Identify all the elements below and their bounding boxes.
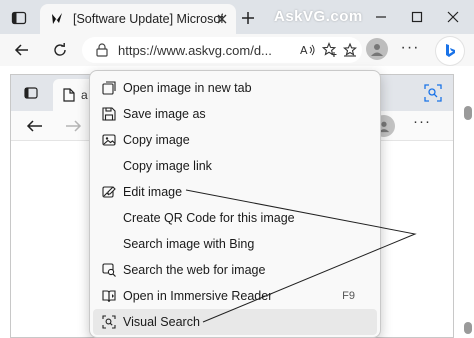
document-icon [63, 88, 75, 102]
read-aloud-icon[interactable]: A [300, 42, 316, 58]
new-tab-button[interactable] [238, 8, 258, 28]
menu-item-save-image-as[interactable]: Save image as [93, 101, 377, 127]
menu-item-search-web-for-image[interactable]: Search the web for image [93, 257, 377, 283]
maximize-icon [411, 11, 423, 23]
bing-button[interactable] [436, 37, 464, 65]
browser-toolbar: https://www.askvg.com/d... A ··· [0, 34, 474, 66]
menu-item-copy-image[interactable]: Copy image [93, 127, 377, 153]
menu-item-copy-image-link[interactable]: Copy image link [93, 153, 377, 179]
address-bar[interactable]: https://www.askvg.com/d... A [82, 37, 362, 63]
arrow-left-icon [14, 44, 28, 56]
menu-item-label: Visual Search [123, 315, 200, 329]
address-url: https://www.askvg.com/d... [118, 42, 272, 58]
context-menu: Open image in new tab Save image as Copy… [89, 70, 381, 338]
menu-item-label: Search image with Bing [123, 237, 255, 251]
plus-icon [242, 12, 254, 24]
menu-item-label: Copy image [123, 133, 190, 147]
refresh-icon [54, 43, 66, 56]
open-new-tab-icon [101, 80, 117, 96]
visual-search-icon [101, 314, 117, 330]
save-icon [101, 106, 117, 122]
browser-tab-strip: [Software Update] Microsoft Edg AskVG.co… [0, 0, 474, 34]
visual-search-icon [423, 83, 443, 103]
profile-avatar[interactable] [366, 38, 388, 60]
askvg-favicon-icon [50, 11, 66, 27]
menu-item-label: Edit image [123, 185, 183, 199]
tab-actions-icon [11, 11, 27, 25]
arrow-left-icon [25, 116, 45, 136]
menu-item-label: Open in Immersive Reader [123, 289, 273, 303]
menu-item-label: Copy image link [123, 159, 212, 173]
close-icon [217, 14, 227, 24]
settings-and-more-button[interactable]: ··· [400, 39, 420, 58]
watermark: AskVG.com [274, 8, 363, 25]
menu-item-open-immersive-reader[interactable]: Open in Immersive Reader F9 [93, 283, 377, 309]
menu-item-open-image-new-tab[interactable]: Open image in new tab [93, 75, 377, 101]
favorite-star-icon[interactable] [322, 42, 338, 58]
favorites-collection-icon[interactable] [342, 42, 358, 58]
minimize-button[interactable] [373, 9, 389, 25]
edit-image-icon [101, 184, 117, 200]
bing-icon [446, 44, 455, 57]
menu-item-search-image-with-bing[interactable]: Search image with Bing [93, 231, 377, 257]
menu-item-visual-search[interactable]: Visual Search [93, 309, 377, 335]
lock-icon[interactable] [94, 42, 110, 58]
scrollbar-arrow-down[interactable] [464, 322, 472, 334]
minimize-icon [376, 16, 386, 18]
menu-item-label: Search the web for image [123, 263, 266, 277]
menu-item-shortcut: F9 [342, 290, 355, 302]
inner-tab-label: a [81, 88, 88, 102]
user-icon [371, 44, 383, 56]
tab-title: [Software Update] Microsoft Edg [73, 12, 223, 26]
window-close-button[interactable] [445, 9, 461, 25]
tab-actions-icon [23, 85, 39, 101]
maximize-button[interactable] [409, 9, 425, 25]
back-button[interactable] [10, 38, 34, 62]
close-icon [447, 11, 459, 23]
browser-tab[interactable]: [Software Update] Microsoft Edg [40, 4, 236, 34]
scrollbar-thumb[interactable] [464, 106, 472, 120]
immersive-reader-icon [101, 288, 117, 304]
image-copy-icon [101, 132, 117, 148]
tab-close-button[interactable] [214, 11, 230, 27]
search-web-image-icon [101, 262, 117, 278]
ellipsis-icon: ··· [413, 113, 431, 130]
arrow-right-icon [63, 116, 83, 136]
tab-actions-menu-button[interactable] [6, 6, 32, 30]
menu-item-edit-image[interactable]: Edit image [93, 179, 377, 205]
refresh-button[interactable] [48, 38, 72, 62]
menu-item-label: Create QR Code for this image [123, 211, 295, 225]
svg-text:A: A [300, 44, 308, 57]
menu-item-label: Open image in new tab [123, 81, 252, 95]
menu-item-create-qr-code[interactable]: Create QR Code for this image [93, 205, 377, 231]
ellipsis-icon: ··· [400, 39, 420, 56]
menu-item-label: Save image as [123, 107, 206, 121]
